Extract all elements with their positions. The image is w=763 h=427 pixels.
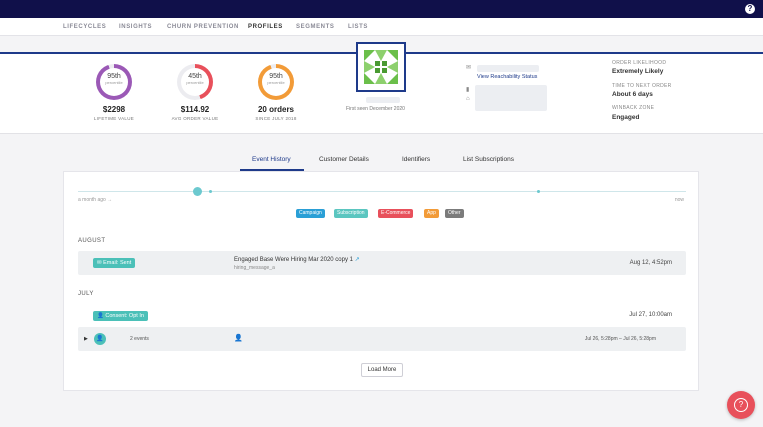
event-badge-email-sent: ✉ Email: Sent bbox=[93, 258, 136, 268]
metric-value: 20 orders bbox=[257, 105, 295, 114]
help-icon: ? bbox=[734, 398, 748, 412]
metric-label: LIFETIME VALUE bbox=[93, 116, 135, 121]
view-reachability-link[interactable]: View Reachability Status bbox=[477, 74, 537, 80]
redacted-name bbox=[366, 97, 400, 103]
phone-icon: ▮ bbox=[466, 87, 470, 93]
legend-app[interactable]: App bbox=[424, 209, 439, 218]
metric-value: $2298 bbox=[102, 105, 126, 114]
profile-avatar bbox=[356, 42, 406, 92]
help-icon[interactable]: ? bbox=[745, 4, 755, 14]
load-more-button[interactable]: Load More bbox=[361, 363, 403, 377]
timeline-marker[interactable] bbox=[193, 187, 202, 196]
percentile-value: 95th bbox=[107, 73, 121, 80]
main-nav: LIFECYCLES INSIGHTS CHURN PREVENTION PRO… bbox=[0, 18, 763, 36]
month-heading-july: JULY bbox=[78, 291, 94, 297]
tab-list-subscriptions[interactable]: List Subscriptions bbox=[463, 156, 514, 163]
top-bar: ? bbox=[0, 0, 763, 18]
expand-chevron-icon[interactable]: ▶ bbox=[84, 336, 88, 342]
percentile-ring: 45th percentile bbox=[177, 64, 213, 100]
timeline-end-label: now bbox=[674, 197, 684, 203]
percentile-label: percentile bbox=[267, 80, 285, 85]
event-badge-consent-opt-in: 👤 Consent: Opt In bbox=[93, 311, 148, 321]
help-button[interactable]: ? bbox=[727, 391, 755, 419]
person-icon: 👤 bbox=[94, 333, 106, 345]
event-row-consent[interactable]: 👤 Consent: Opt In Jul 27, 10:00am bbox=[78, 306, 686, 326]
order-likelihood-value: Extremely Likely bbox=[612, 68, 664, 75]
event-history-panel: a month ago → now Campaign Subscription … bbox=[63, 171, 699, 391]
redacted-email bbox=[477, 65, 539, 72]
nav-item-segments[interactable]: SEGMENTS bbox=[296, 24, 334, 30]
month-heading-august: AUGUST bbox=[78, 238, 106, 244]
time-to-next-order-label: TIME TO NEXT ORDER bbox=[612, 83, 672, 89]
tab-customer-details[interactable]: Customer Details bbox=[319, 156, 369, 163]
event-date: Aug 12, 4:52pm bbox=[629, 260, 672, 266]
metric-label: AVG ORDER VALUE bbox=[171, 116, 219, 121]
event-date: Jul 27, 10:00am bbox=[629, 312, 672, 318]
first-seen-text: First seen December 2020 bbox=[346, 106, 405, 112]
timeline-track[interactable] bbox=[78, 191, 686, 192]
redacted-address bbox=[475, 85, 547, 111]
email-icon: ✉ bbox=[466, 65, 472, 71]
legend-subscription[interactable]: Subscription bbox=[334, 209, 368, 218]
tab-identifiers[interactable]: Identifiers bbox=[402, 156, 430, 163]
tab-event-history[interactable]: Event History bbox=[252, 156, 291, 163]
event-date-range: Jul 26, 5:28pm – Jul 26, 5:28pm bbox=[584, 336, 656, 342]
legend-ecommerce[interactable]: E-Commerce bbox=[378, 209, 414, 218]
metric-value: $114.92 bbox=[180, 105, 210, 114]
metric-orders: 95th percentile 20 orders SINCE JULY 2018 bbox=[241, 64, 311, 121]
legend-other[interactable]: Other bbox=[445, 209, 464, 218]
identicon-icon bbox=[364, 50, 398, 84]
event-title: Engaged Base Were Hiring Mar 2020 copy 1… bbox=[234, 256, 360, 263]
nav-item-lifecycles[interactable]: LIFECYCLES bbox=[63, 24, 106, 30]
order-likelihood-label: ORDER LIKELIHOOD bbox=[612, 60, 667, 66]
event-subtitle: hiring_message_a bbox=[234, 265, 275, 271]
percentile-label: percentile bbox=[186, 80, 204, 85]
home-icon: ⌂ bbox=[466, 96, 470, 102]
nav-item-churn-prevention[interactable]: CHURN PREVENTION bbox=[167, 24, 239, 30]
external-link-icon[interactable]: ↗ bbox=[355, 257, 360, 263]
percentile-label: percentile bbox=[105, 80, 123, 85]
add-person-icon: 👤 bbox=[234, 335, 243, 342]
events-count: 2 events bbox=[130, 336, 149, 342]
profile-header: 95th percentile $2298 LIFETIME VALUE 45th… bbox=[0, 42, 763, 134]
time-to-next-order-value: About 6 days bbox=[612, 91, 653, 98]
nav-item-lists[interactable]: LISTS bbox=[348, 24, 368, 30]
timeline-marker[interactable] bbox=[537, 190, 540, 193]
profile-tabs: Event History Customer Details Identifie… bbox=[0, 153, 763, 171]
nav-item-insights[interactable]: INSIGHTS bbox=[119, 24, 152, 30]
event-badge-label: Consent: Opt In bbox=[105, 313, 144, 319]
metric-lifetime-value: 95th percentile $2298 LIFETIME VALUE bbox=[79, 64, 149, 121]
percentile-value: 95th bbox=[269, 73, 283, 80]
winback-zone-label: WINBACK ZONE bbox=[612, 105, 655, 111]
event-badge-label: Email: Sent bbox=[103, 260, 132, 266]
metric-avg-order-value: 45th percentile $114.92 AVG ORDER VALUE bbox=[160, 64, 230, 121]
timeline-marker[interactable] bbox=[209, 190, 212, 193]
percentile-ring: 95th percentile bbox=[96, 64, 132, 100]
timeline-start-label: a month ago → bbox=[78, 197, 113, 203]
metric-label: SINCE JULY 2018 bbox=[255, 116, 297, 121]
event-row-email[interactable]: ✉ Email: Sent Engaged Base Were Hiring M… bbox=[78, 251, 686, 275]
percentile-ring: 95th percentile bbox=[258, 64, 294, 100]
percentile-value: 45th bbox=[188, 73, 202, 80]
event-group-row[interactable]: ▶ 👤 2 events 👤 Jul 26, 5:28pm – Jul 26, … bbox=[78, 327, 686, 351]
winback-zone-value: Engaged bbox=[612, 114, 640, 121]
event-title-text: Engaged Base Were Hiring Mar 2020 copy 1 bbox=[234, 257, 353, 263]
legend-campaign[interactable]: Campaign bbox=[296, 209, 325, 218]
nav-item-profiles[interactable]: PROFILES bbox=[248, 24, 283, 30]
